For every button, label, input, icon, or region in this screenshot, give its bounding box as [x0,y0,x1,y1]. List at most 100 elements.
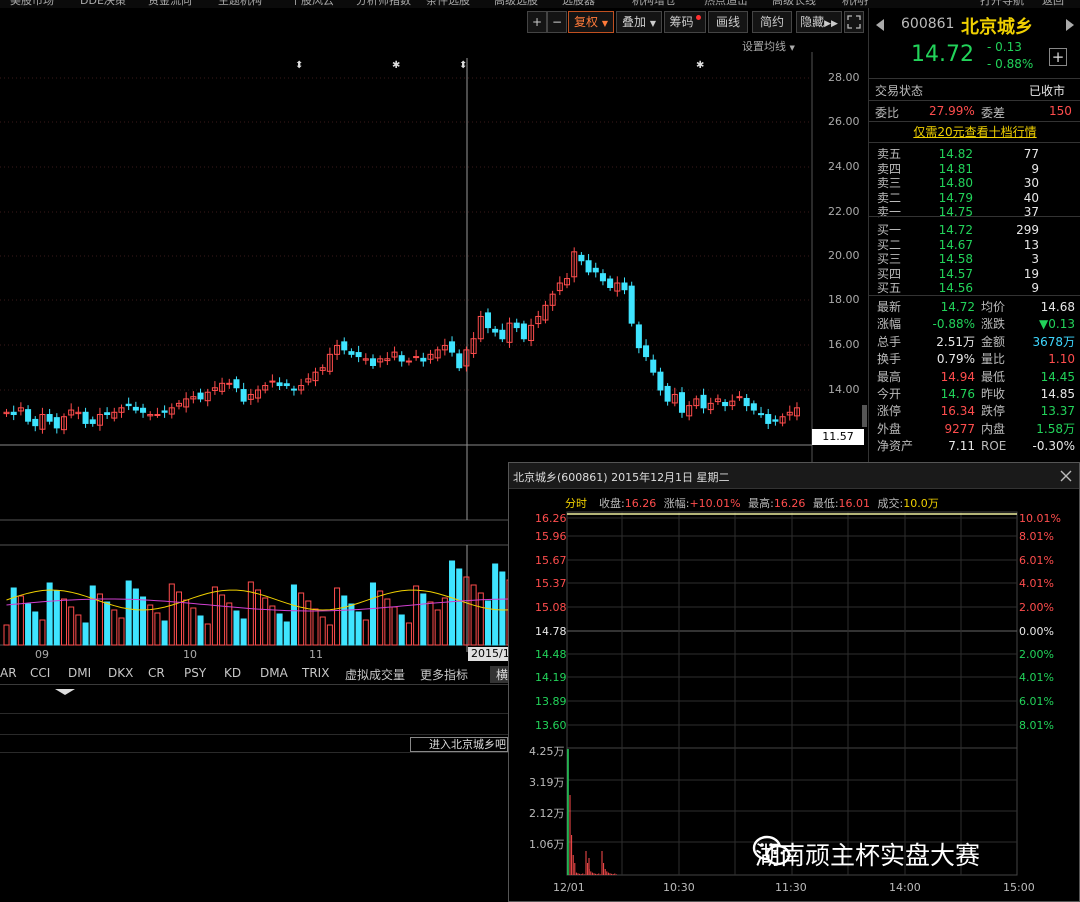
orderbook-price: 14.56 [938,281,973,296]
volume-bar [269,605,276,646]
candle-body [743,397,750,407]
top-right-item[interactable]: 打开导航 [980,0,1024,8]
candle-body [520,323,527,340]
collapse-arrow-icon[interactable] [55,684,75,695]
indicator-tab[interactable]: DMA [260,666,288,680]
stat-label: 涨幅 [877,317,902,332]
stat-value: 14.94 [940,369,975,384]
promo-link[interactable]: 仅需20元查看十档行情 [869,121,1080,143]
stat-row: 涨幅 -0.88% 涨跌 ▼0.13 [869,316,1080,332]
top-menu-item[interactable]: DDE决策 [80,0,126,8]
top-menu-item[interactable]: 热点追击 [704,0,748,8]
top-menu-item[interactable]: 高级选股 [494,0,538,8]
candle-body [32,418,39,427]
indicator-tab[interactable]: DKX [108,666,133,680]
intraday-price-label: 13.60 [535,719,567,732]
top-right-item[interactable]: 返回 [1042,0,1064,8]
stat-row: 外盘 9277 内盘 1.58万 [869,421,1080,437]
diejia-dropdown[interactable]: 叠加 ▼ [616,11,662,33]
indicator-tab[interactable]: 虚拟成交量 [345,666,405,683]
prev-stock-icon[interactable] [875,18,885,32]
weicha-label: 委差 [981,106,1006,120]
candle-body [750,403,757,411]
stat-row: 换手 0.79% 量比 1.10 [869,351,1080,367]
event-marker-icon: ✱ [392,60,400,71]
candle-body [140,407,147,413]
orderbook-level: 卖五 [877,147,902,161]
orderbook-price: 14.79 [938,190,973,205]
volume-bar [470,584,477,646]
top-menu-item[interactable]: 美股市场 [10,0,54,8]
add-watchlist-button[interactable]: + [1049,48,1067,66]
indicator-tab[interactable]: PSY [184,666,206,680]
intraday-volume-label: 2.12万 [529,807,565,820]
volume-bar [341,595,348,646]
candle-body [513,322,520,329]
top-menu-item[interactable]: 机构推荐 [842,0,868,8]
chouma-button[interactable]: 筹码 [664,11,706,33]
volume-bar [369,582,377,646]
indicator-tab[interactable]: KD [224,666,241,680]
candle-body [449,341,456,353]
candle-body [492,328,499,333]
volume-bar [204,623,211,646]
indicator-tab[interactable]: DMI [68,666,91,680]
stock-change-pct: - 0.88% [987,57,1034,71]
orderbook-row: 买四 14.57 19 [869,266,1080,282]
stat-value: 7.11 [948,439,975,454]
enter-forum-button[interactable]: 进入北京城乡吧 [410,737,508,752]
intraday-price-label: 13.89 [535,695,567,708]
candle-body [226,382,233,385]
top-menu-item[interactable]: 资金流向 [148,0,192,8]
intraday-pct-label: 4.01% [1019,671,1054,684]
stat-value: -0.30% [1032,439,1075,454]
indicator-tab[interactable]: AR [0,666,17,680]
intraday-volume-label: 4.25万 [529,745,565,758]
volume-bar [377,590,384,646]
intraday-price-label: 14.78 [535,625,567,638]
intraday-time-label: 14:00 [889,881,921,894]
top-menu-item[interactable]: 高级长线 [772,0,816,8]
indicator-tab[interactable]: 更多指标 [420,666,468,683]
expand-icon[interactable] [844,11,864,33]
indicator-tab[interactable]: CR [148,666,165,680]
top-menu-item[interactable]: 主题机构 [218,0,262,8]
volume-bar [290,584,297,646]
jianjia-button[interactable]: 简约 [752,11,792,33]
vertical-scrollbar[interactable] [862,405,867,427]
volume-bar [463,576,470,646]
yincang-label: 隐藏 [800,15,825,29]
y-axis-label: 20.00 [828,249,860,262]
top-menu-item[interactable]: 分析师指数 [356,0,411,8]
orderbook-price: 14.67 [938,237,973,252]
zoom-in-button[interactable]: + [527,11,547,33]
indicator-tab[interactable]: TRIX [302,666,329,680]
intraday-price-label: 15.96 [535,530,567,543]
candle-body [621,282,628,291]
volume-bar [175,591,182,646]
volume-bar [190,607,197,646]
intraday-pct-label: 6.01% [1019,695,1054,708]
diejia-label: 叠加 [622,15,647,29]
candle-body [413,356,420,359]
volume-bar [132,588,139,646]
huaxian-button[interactable]: 画线 [708,11,748,33]
next-stock-icon[interactable] [1065,18,1075,32]
stat-value: ▼0.13 [1039,317,1075,332]
indicator-tab[interactable]: CCI [30,666,50,680]
top-menu-bar: 美股市场 DDE决策 资金流向 主题机构 个股风云 分析师指数 条件选股 高级选股 选股器 机构增… [0,0,868,8]
top-menu-item[interactable]: 选股器 [562,0,595,8]
volume-bar [197,615,204,646]
status-label: 交易状态 [875,84,924,98]
zoom-out-button[interactable]: − [547,11,567,33]
fuquan-dropdown[interactable]: 复权 ▼ [568,11,614,33]
top-menu-item[interactable]: 个股风云 [290,0,334,8]
volume-bar [499,571,506,646]
stock-change: - 0.13 [987,40,1022,54]
volume-bar [441,597,448,646]
yincang-button[interactable]: 隐藏▶▶ [796,11,842,33]
volume-bar [312,608,319,646]
volume-bar [161,620,168,646]
top-menu-item[interactable]: 条件选股 [426,0,470,8]
top-menu-item[interactable]: 机构增仓 [632,0,676,8]
